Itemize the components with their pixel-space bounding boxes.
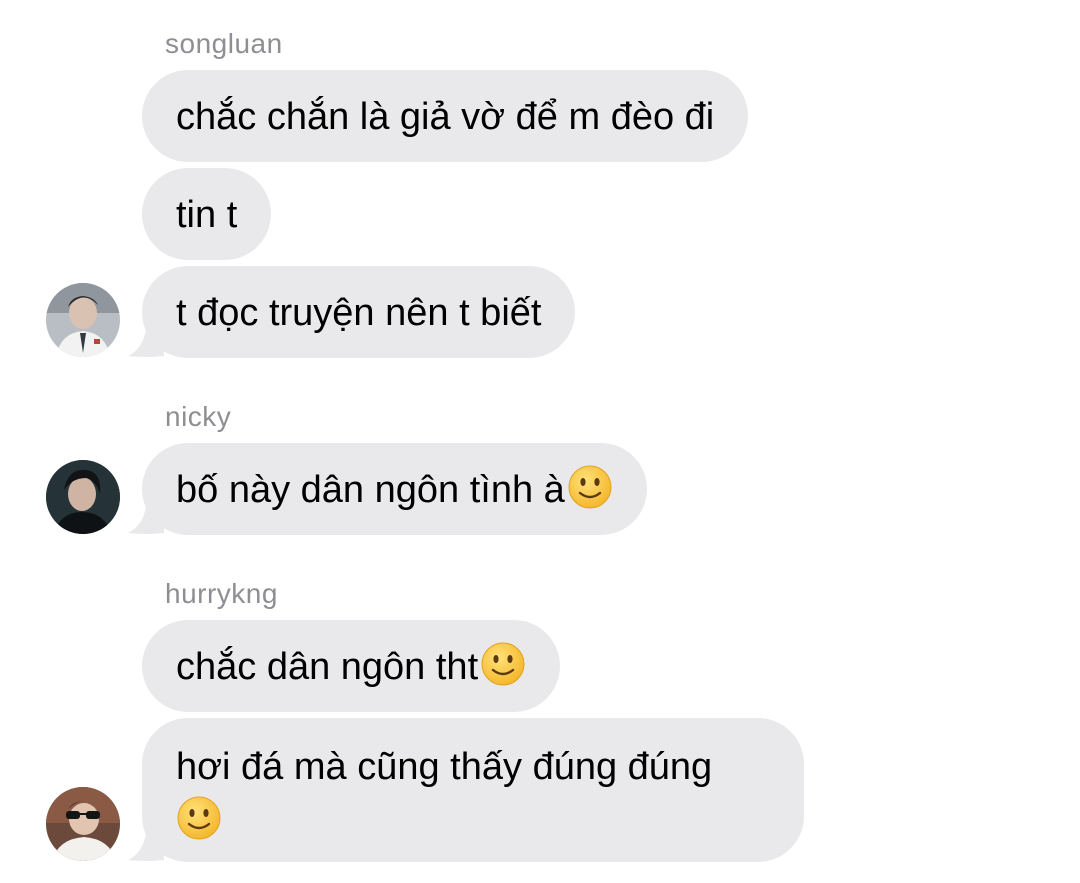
- sender-name: hurrykng: [165, 578, 278, 609]
- slightly-smiling-face-icon: [568, 465, 612, 509]
- sender-name: songluan: [165, 28, 283, 59]
- message-bubble[interactable]: tin t: [142, 168, 272, 260]
- bubble-tail: [128, 505, 164, 534]
- message-text: chắc chắn là giả vờ để m đèo đi: [176, 96, 715, 138]
- user-avatar-icon[interactable]: [46, 787, 120, 861]
- sender-name: nicky: [165, 401, 232, 432]
- message-text: t đọc truyện nên t biết: [176, 292, 542, 334]
- message-text: tin t: [176, 194, 238, 236]
- message-text: chắc dân ngôn tht: [176, 646, 479, 688]
- user-avatar-icon[interactable]: [46, 283, 120, 357]
- slightly-smiling-face-icon: [481, 642, 525, 686]
- user-avatar-icon[interactable]: [46, 460, 120, 534]
- bubble-tail: [128, 328, 164, 357]
- message-bubble[interactable]: bố này dân ngôn tình à: [142, 443, 647, 535]
- message-bubble[interactable]: chắc dân ngôn tht: [142, 620, 561, 712]
- message-bubble[interactable]: chắc chắn là giả vờ để m đèo đi: [142, 70, 749, 162]
- slightly-smiling-face-icon: [177, 796, 221, 840]
- message-bubble[interactable]: hơi đá mà cũng thấy đúng đúng: [142, 718, 804, 862]
- message-text: bố này dân ngôn tình à: [176, 469, 565, 511]
- bubble-tail: [128, 832, 164, 861]
- message-bubble[interactable]: t đọc truyện nên t biết: [142, 266, 576, 358]
- message-text: hơi đá mà cũng thấy đúng đúng: [176, 746, 713, 788]
